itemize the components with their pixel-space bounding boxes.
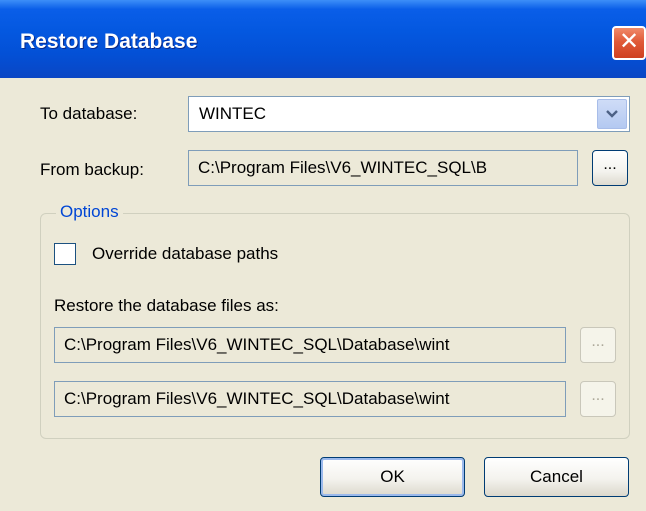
browse-file-1-button[interactable]: ... xyxy=(580,327,616,363)
override-paths-checkbox[interactable] xyxy=(54,243,76,265)
browse-file-2-button[interactable]: ... xyxy=(580,381,616,417)
title-bar[interactable]: Restore Database ✕ xyxy=(0,0,646,78)
restore-file-path-2[interactable]: C:\Program Files\V6_WINTEC_SQL\Database\… xyxy=(54,381,566,417)
from-backup-label: From backup: xyxy=(40,160,144,179)
to-database-value: WINTEC xyxy=(199,104,267,123)
cancel-button[interactable]: Cancel xyxy=(484,457,629,497)
to-database-label: To database: xyxy=(40,104,138,123)
ok-button[interactable]: OK xyxy=(320,457,465,497)
to-database-dropdown[interactable]: WINTEC xyxy=(188,96,630,132)
close-button[interactable]: ✕ xyxy=(612,26,646,60)
dropdown-arrow-button[interactable] xyxy=(597,99,627,129)
close-icon: ✕ xyxy=(618,28,640,55)
restore-file-path-1[interactable]: C:\Program Files\V6_WINTEC_SQL\Database\… xyxy=(54,327,566,363)
restore-files-as-label: Restore the database files as: xyxy=(54,296,279,315)
browse-backup-button[interactable]: ... xyxy=(592,150,628,186)
options-group-title: Options xyxy=(56,202,123,222)
restore-database-dialog: Restore Database ✕ To database: WINTEC F… xyxy=(0,0,646,511)
override-paths-label[interactable]: Override database paths xyxy=(92,244,278,264)
from-backup-field[interactable]: C:\Program Files\V6_WINTEC_SQL\B xyxy=(188,150,578,186)
dialog-title: Restore Database xyxy=(20,30,198,53)
chevron-down-icon xyxy=(606,110,618,118)
